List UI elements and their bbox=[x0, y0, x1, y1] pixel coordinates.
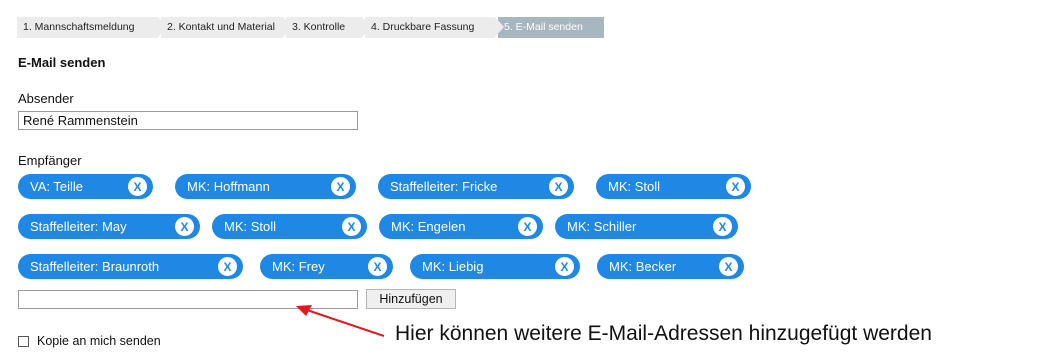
copy-to-me-checkbox[interactable] bbox=[18, 335, 29, 347]
annotation-arrow bbox=[296, 305, 385, 337]
copy-to-me-label: Kopie an mich senden bbox=[37, 334, 161, 348]
copy-to-me-option[interactable]: Kopie an mich senden bbox=[18, 334, 161, 348]
annotation-arrow-line bbox=[303, 308, 385, 337]
annotation-text: Hier können weitere E-Mail-Adressen hinz… bbox=[395, 322, 932, 345]
